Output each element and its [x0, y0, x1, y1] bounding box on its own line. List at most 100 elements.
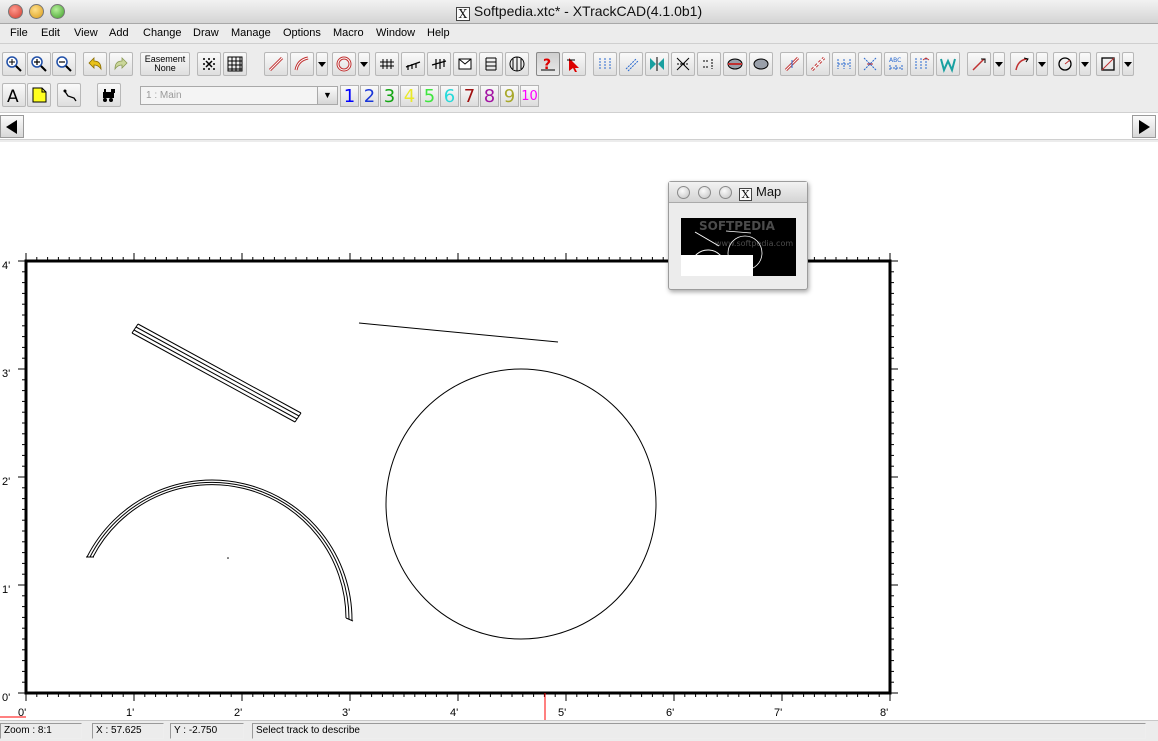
train-button[interactable]	[97, 83, 121, 107]
menu-options[interactable]: Options	[283, 27, 321, 39]
current-layer-select[interactable]: 1 : Main ▼	[140, 86, 338, 105]
snap-grid-button[interactable]	[223, 52, 247, 76]
curved-track-button[interactable]	[290, 52, 314, 76]
bridge-button[interactable]	[749, 52, 773, 76]
zoom-extents-button[interactable]	[2, 52, 26, 76]
curved-track-piece[interactable]	[86, 479, 354, 622]
svg-text:?: ?	[543, 57, 551, 73]
description-button[interactable]: ABC	[884, 52, 908, 76]
layer-button-3[interactable]: 3	[380, 85, 399, 107]
draw-curve-button[interactable]	[1010, 52, 1034, 76]
rotate-button[interactable]	[619, 52, 643, 76]
y-label-1: 1'	[2, 584, 10, 596]
menu-change[interactable]: Change	[143, 27, 182, 39]
zoom-in-button[interactable]	[27, 52, 51, 76]
menu-file[interactable]: File	[10, 27, 28, 39]
x-coordinate-status: X : 57.625	[92, 723, 164, 739]
circle-track-button[interactable]	[332, 52, 356, 76]
connect-icon	[784, 56, 800, 72]
map-viewport-rect[interactable]	[681, 255, 753, 276]
straight-track-piece[interactable]	[131, 323, 302, 423]
move-button[interactable]	[593, 52, 617, 76]
map-minimize-button[interactable]	[698, 186, 711, 199]
text-button[interactable]: A	[2, 83, 26, 107]
move-icon	[599, 58, 611, 70]
undo-button[interactable]	[83, 52, 107, 76]
x-label-8: 8'	[880, 707, 888, 719]
menu-edit[interactable]: Edit	[41, 27, 60, 39]
snap-dots-button[interactable]	[197, 52, 221, 76]
menu-draw[interactable]: Draw	[193, 27, 219, 39]
redo-icon	[114, 57, 128, 71]
describe-button[interactable]: ?	[536, 52, 560, 76]
drawn-line[interactable]	[358, 322, 559, 343]
xtrackcad-window: X Softpedia.xtc* - XTrackCAD(4.1.0b1) Fil…	[0, 0, 1158, 741]
select-button[interactable]	[562, 52, 586, 76]
parallel-button[interactable]	[479, 52, 503, 76]
helix-icon	[405, 61, 421, 70]
menu-help[interactable]: Help	[427, 27, 450, 39]
zoom-status[interactable]: Zoom : 8:1	[0, 723, 82, 739]
draw-box-dropdown[interactable]	[1122, 52, 1134, 76]
tunnel-button[interactable]	[723, 52, 747, 76]
map-overview[interactable]: SOFTPEDIA www.softpedia.com	[681, 218, 796, 276]
layer-button-1[interactable]: 1	[340, 85, 359, 107]
map-close-button[interactable]	[677, 186, 690, 199]
zoom-out-button[interactable]	[52, 52, 76, 76]
turntable-button[interactable]	[401, 52, 425, 76]
easement-button[interactable]: Easement None	[140, 52, 190, 76]
drawn-circle[interactable]	[385, 368, 657, 640]
bridge-icon	[753, 58, 769, 70]
layer-button-4[interactable]: 4	[400, 85, 419, 107]
y-label-3: 3'	[2, 368, 10, 380]
scroll-left-button[interactable]	[0, 115, 24, 138]
redo-button[interactable]	[109, 52, 133, 76]
layer-button-9[interactable]: 9	[500, 85, 519, 107]
draw-circle-dropdown[interactable]	[1079, 52, 1091, 76]
draw-box-button[interactable]	[1096, 52, 1120, 76]
layer-button-8[interactable]: 8	[480, 85, 499, 107]
layer-button-10[interactable]: 10	[520, 85, 539, 107]
draw-curve-dropdown[interactable]	[1036, 52, 1048, 76]
menu-view[interactable]: View	[74, 27, 98, 39]
hand-laid-button[interactable]	[936, 52, 960, 76]
menu-add[interactable]: Add	[109, 27, 129, 39]
turnout-designer-icon	[431, 59, 447, 69]
turnout-button[interactable]	[375, 52, 399, 76]
draw-circle-button[interactable]	[1053, 52, 1077, 76]
turnout-designer-button[interactable]	[427, 52, 451, 76]
car-part-button[interactable]	[57, 83, 81, 107]
scroll-right-button[interactable]	[1132, 115, 1156, 138]
join-button[interactable]	[697, 52, 721, 76]
draw-line-dropdown[interactable]	[993, 52, 1005, 76]
map-window[interactable]: X Map SOFTPEDIA www.softpedia.com	[668, 181, 808, 290]
note-button[interactable]	[27, 83, 51, 107]
connect-button[interactable]	[780, 52, 804, 76]
flip-button[interactable]	[645, 52, 669, 76]
layer-button-5[interactable]: 5	[420, 85, 439, 107]
structure-button[interactable]	[453, 52, 477, 76]
layout-canvas[interactable]: 4' 3' 2' 1' 0' 0' 1' 2' 3' 4' 5' 6' 7' 8…	[0, 142, 1158, 720]
straight-track-button[interactable]	[264, 52, 288, 76]
ruler-button[interactable]	[832, 52, 856, 76]
split-icon	[676, 57, 690, 71]
layer-button-7[interactable]: 7	[460, 85, 479, 107]
watermark-url: www.softpedia.com	[715, 239, 793, 248]
curved-track-dropdown[interactable]	[316, 52, 328, 76]
layer-button-6[interactable]: 6	[440, 85, 459, 107]
elevation-tool-button[interactable]	[910, 52, 934, 76]
split-button[interactable]	[671, 52, 695, 76]
grid-icon	[227, 56, 243, 72]
layout-drawing[interactable]: 4' 3' 2' 1' 0' 0' 1' 2' 3' 4' 5' 6' 7' 8…	[0, 142, 1158, 720]
menu-manage[interactable]: Manage	[231, 27, 271, 39]
circle-track-dropdown[interactable]	[358, 52, 370, 76]
draw-line-button[interactable]	[967, 52, 991, 76]
profile-button[interactable]	[858, 52, 882, 76]
layer-button-2[interactable]: 2	[360, 85, 379, 107]
menu-macro[interactable]: Macro	[333, 27, 364, 39]
map-title-bar[interactable]: X Map	[669, 182, 807, 203]
elevation-button[interactable]	[505, 52, 529, 76]
menu-window[interactable]: Window	[376, 27, 415, 39]
modify-button[interactable]	[806, 52, 830, 76]
map-zoom-button[interactable]	[719, 186, 732, 199]
